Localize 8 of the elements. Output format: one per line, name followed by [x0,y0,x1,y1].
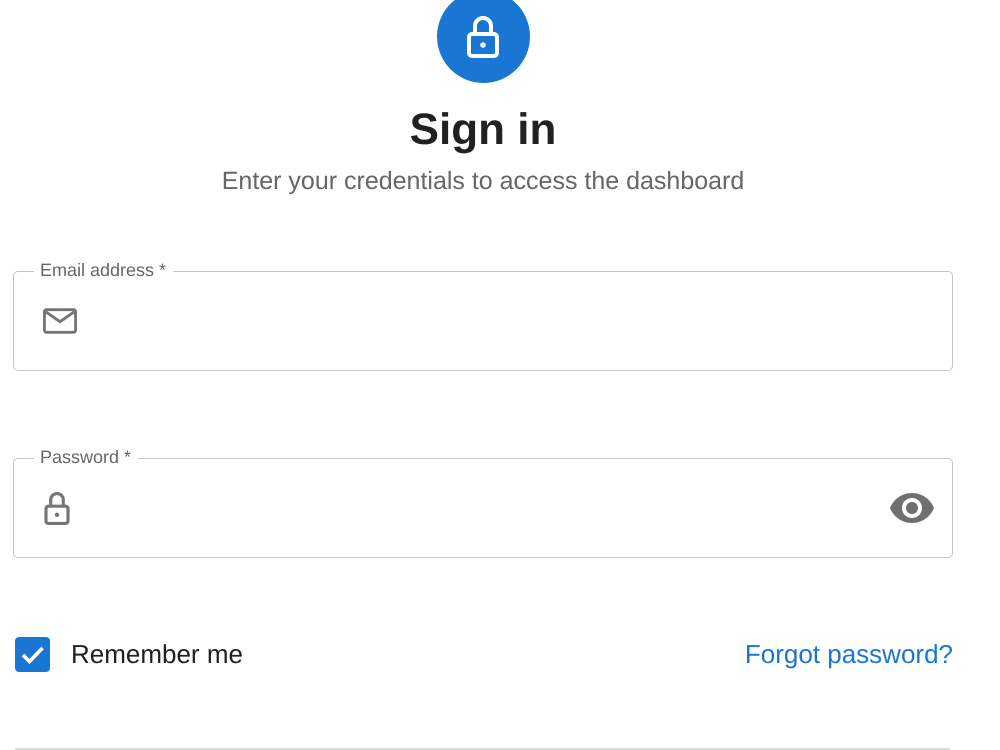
page-subtitle: Enter your credentials to access the dashboard [222,166,744,197]
page-title: Sign in [410,104,556,156]
remember-me-label[interactable]: Remember me [71,638,243,670]
checkbox[interactable] [15,636,50,672]
eye-icon[interactable] [890,493,934,523]
mail-icon [43,308,77,334]
lock-icon [43,492,71,524]
forgot-password-link[interactable]: Forgot password? [744,638,953,670]
